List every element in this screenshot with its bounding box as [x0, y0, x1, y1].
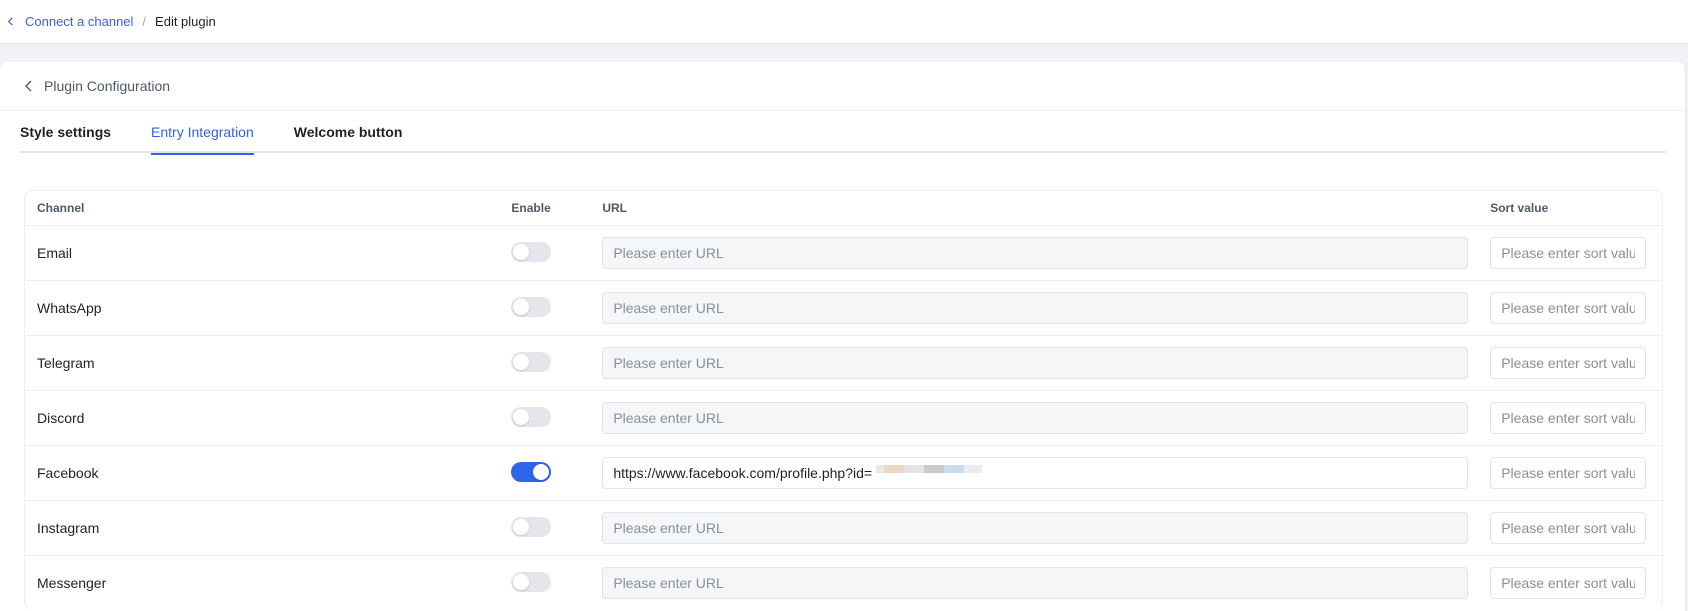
enable-toggle[interactable] — [511, 351, 552, 372]
back-chevron-icon[interactable] — [24, 80, 34, 92]
enable-toggle[interactable] — [511, 406, 552, 427]
toggle-knob — [533, 463, 550, 480]
channel-name: Messenger — [37, 575, 107, 591]
channel-table: Channel Enable URL Sort value Email What… — [24, 190, 1663, 610]
sort-value-input[interactable] — [1490, 457, 1647, 489]
url-input[interactable] — [602, 292, 1469, 324]
panel-title: Plugin Configuration — [44, 78, 171, 94]
channel-name: Instagram — [37, 520, 100, 536]
toggle-knob — [513, 243, 530, 260]
table-row: Discord — [25, 391, 1662, 446]
header-channel: Channel — [37, 201, 85, 215]
enable-toggle[interactable] — [511, 461, 552, 482]
channel-name: WhatsApp — [37, 300, 102, 316]
enable-toggle[interactable] — [511, 571, 552, 592]
sort-value-input[interactable] — [1490, 347, 1647, 379]
table-row: Telegram — [25, 336, 1662, 391]
table-row: Messenger — [25, 556, 1662, 610]
url-input[interactable] — [602, 402, 1469, 434]
enable-toggle[interactable] — [511, 296, 552, 317]
tab-welcome-button[interactable]: Welcome button — [294, 111, 403, 153]
tab-bar: Style settings Entry Integration Welcome… — [20, 111, 1666, 155]
tab-style-settings[interactable]: Style settings — [20, 111, 111, 153]
channel-name: Telegram — [37, 355, 95, 371]
url-input[interactable] — [602, 457, 1469, 489]
channel-name: Facebook — [37, 465, 99, 481]
header-url: URL — [602, 201, 627, 215]
enable-toggle[interactable] — [511, 516, 552, 537]
redacted-id-pixels — [876, 465, 983, 481]
table-row: WhatsApp — [25, 281, 1662, 336]
url-input[interactable] — [602, 237, 1469, 269]
sort-value-input[interactable] — [1490, 402, 1647, 434]
sort-value-input[interactable] — [1490, 292, 1647, 324]
toggle-knob — [513, 298, 530, 315]
toggle-knob — [513, 353, 530, 370]
tab-entry-integration[interactable]: Entry Integration — [151, 111, 254, 155]
table-row: Instagram — [25, 501, 1662, 556]
chevron-left-icon[interactable] — [6, 17, 15, 26]
header-enable: Enable — [511, 201, 551, 215]
plugin-config-panel: Plugin Configuration Style settings Entr… — [0, 62, 1686, 611]
enable-toggle[interactable] — [511, 241, 552, 262]
header-sort-value: Sort value — [1490, 201, 1549, 215]
breadcrumb-parent-link[interactable]: Connect a channel — [25, 14, 133, 29]
table-header: Channel Enable URL Sort value — [25, 191, 1662, 226]
table-row: Facebook — [25, 446, 1662, 501]
toggle-knob — [513, 408, 530, 425]
channel-name: Discord — [37, 410, 85, 426]
sort-value-input[interactable] — [1490, 512, 1647, 544]
sort-value-input[interactable] — [1490, 567, 1647, 599]
url-field-wrapper — [602, 457, 1469, 489]
panel-header: Plugin Configuration — [0, 62, 1685, 111]
channel-name: Email — [37, 245, 73, 261]
url-input[interactable] — [602, 347, 1469, 379]
url-input[interactable] — [602, 567, 1469, 599]
breadcrumb-separator: / — [142, 14, 147, 29]
url-input[interactable] — [602, 512, 1469, 544]
table-row: Email — [25, 226, 1662, 281]
breadcrumb-current: Edit plugin — [155, 14, 216, 29]
toggle-knob — [513, 518, 530, 535]
toggle-knob — [513, 573, 530, 590]
breadcrumb-bar: Connect a channel / Edit plugin — [0, 0, 1688, 44]
sort-value-input[interactable] — [1490, 237, 1647, 269]
